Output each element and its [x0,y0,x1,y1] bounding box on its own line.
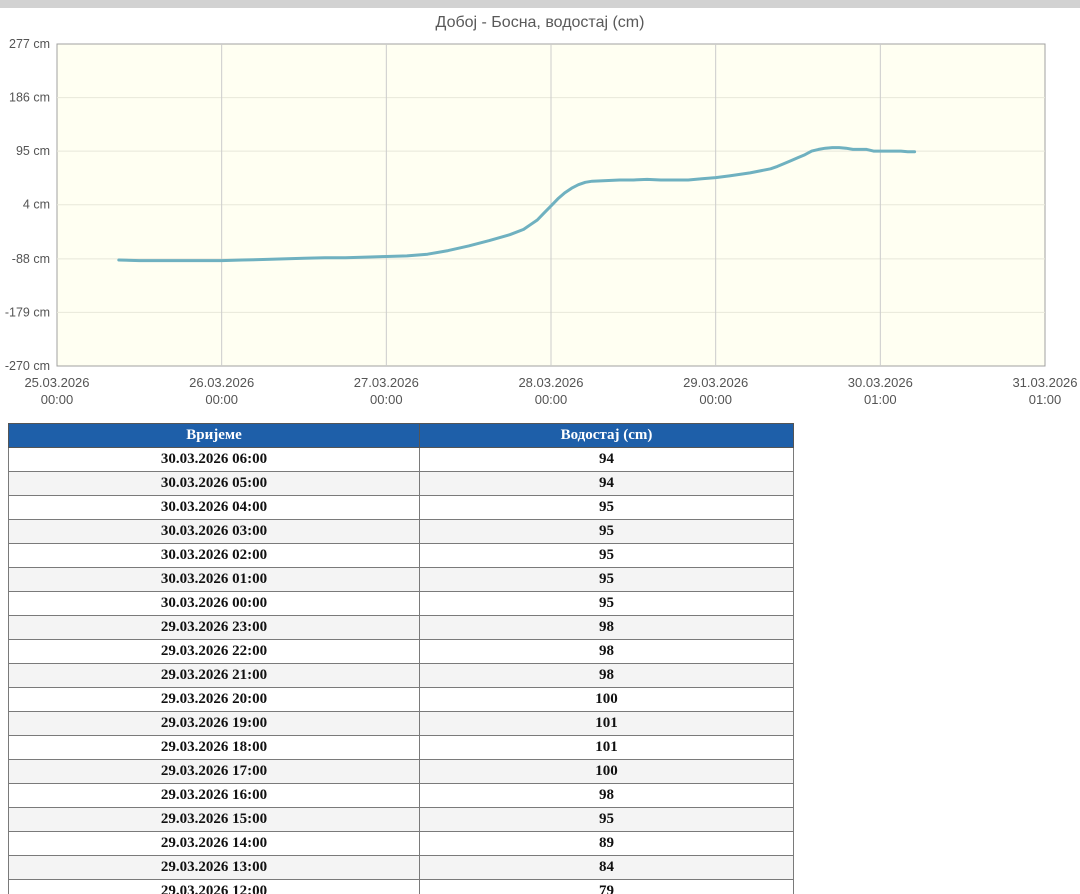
table-cell-time: 29.03.2026 19:00 [9,712,420,736]
table-row: 29.03.2026 14:0089 [9,832,794,856]
table-row: 29.03.2026 21:0098 [9,664,794,688]
table-cell-time: 30.03.2026 04:00 [9,496,420,520]
table-cell-level: 79 [420,880,794,894]
table-cell-time: 29.03.2026 23:00 [9,616,420,640]
table-cell-level: 84 [420,856,794,880]
table-row: 29.03.2026 16:0098 [9,784,794,808]
y-tick-label: -88 cm [12,252,50,266]
x-tick-date: 25.03.2026 [24,375,89,390]
table-cell-level: 95 [420,496,794,520]
table-row: 29.03.2026 19:00101 [9,712,794,736]
table-cell-level: 94 [420,448,794,472]
table-cell-level: 95 [420,544,794,568]
table-row: 30.03.2026 04:0095 [9,496,794,520]
table-cell-level: 101 [420,736,794,760]
table-cell-time: 29.03.2026 17:00 [9,760,420,784]
x-tick-time: 00:00 [535,392,568,407]
table-cell-time: 29.03.2026 22:00 [9,640,420,664]
table-cell-time: 29.03.2026 14:00 [9,832,420,856]
top-divider-bar [0,0,1080,8]
table-row: 29.03.2026 12:0079 [9,880,794,894]
table-row: 30.03.2026 06:0094 [9,448,794,472]
y-tick-label: 277 cm [9,37,50,51]
table-cell-time: 29.03.2026 18:00 [9,736,420,760]
y-tick-label: 95 cm [16,144,50,158]
x-tick-time: 00:00 [205,392,238,407]
table-cell-time: 29.03.2026 20:00 [9,688,420,712]
table-cell-time: 30.03.2026 02:00 [9,544,420,568]
table-cell-time: 29.03.2026 15:00 [9,808,420,832]
table-row: 30.03.2026 00:0095 [9,592,794,616]
x-tick-date: 27.03.2026 [354,375,419,390]
table-row: 29.03.2026 22:0098 [9,640,794,664]
x-tick-date: 26.03.2026 [189,375,254,390]
table-cell-time: 30.03.2026 00:00 [9,592,420,616]
x-tick-time: 01:00 [1029,392,1062,407]
table-cell-level: 95 [420,808,794,832]
table-cell-time: 29.03.2026 21:00 [9,664,420,688]
x-tick-time: 01:00 [864,392,897,407]
y-tick-label: -179 cm [5,305,50,319]
table-header-time: Вријеме [9,424,420,448]
chart-title: Добој - Босна, водостај (cm) [0,8,1080,36]
table-cell-time: 30.03.2026 05:00 [9,472,420,496]
x-tick-time: 00:00 [699,392,732,407]
table-row: 30.03.2026 05:0094 [9,472,794,496]
y-tick-label: 186 cm [9,91,50,105]
y-tick-label: -270 cm [5,359,50,373]
table-row: 30.03.2026 02:0095 [9,544,794,568]
table-cell-level: 98 [420,664,794,688]
table-header-level: Водостај (cm) [420,424,794,448]
table-row: 29.03.2026 18:00101 [9,736,794,760]
x-tick-time: 00:00 [370,392,403,407]
water-level-chart: 277 cm 186 cm 95 cm 4 cm -88 cm -179 cm -270 c… [0,36,1080,411]
x-tick-date: 30.03.2026 [848,375,913,390]
table-cell-level: 98 [420,640,794,664]
table-row: 30.03.2026 03:0095 [9,520,794,544]
table-cell-level: 98 [420,616,794,640]
table-row: 29.03.2026 20:00100 [9,688,794,712]
table-cell-level: 98 [420,784,794,808]
table-row: 30.03.2026 01:0095 [9,568,794,592]
table-cell-time: 30.03.2026 03:00 [9,520,420,544]
table-cell-time: 30.03.2026 06:00 [9,448,420,472]
table-row: 29.03.2026 23:0098 [9,616,794,640]
x-tick-time: 00:00 [41,392,74,407]
table-cell-time: 29.03.2026 13:00 [9,856,420,880]
table-row: 29.03.2026 13:0084 [9,856,794,880]
y-tick-label: 4 cm [23,198,50,212]
table-cell-level: 95 [420,520,794,544]
table-cell-level: 89 [420,832,794,856]
x-tick-date: 28.03.2026 [518,375,583,390]
table-cell-time: 29.03.2026 12:00 [9,880,420,894]
table-cell-level: 100 [420,760,794,784]
table-cell-level: 95 [420,568,794,592]
x-tick-date: 31.03.2026 [1012,375,1077,390]
table-cell-level: 95 [420,592,794,616]
table-cell-level: 100 [420,688,794,712]
table-cell-time: 30.03.2026 01:00 [9,568,420,592]
table-cell-level: 94 [420,472,794,496]
x-tick-date: 29.03.2026 [683,375,748,390]
table-cell-time: 29.03.2026 16:00 [9,784,420,808]
water-level-table: Вријеме Водостај (cm) 30.03.2026 06:0094… [8,423,794,894]
table-row: 29.03.2026 17:00100 [9,760,794,784]
table-cell-level: 101 [420,712,794,736]
table-row: 29.03.2026 15:0095 [9,808,794,832]
table-header-row: Вријеме Водостај (cm) [9,424,794,448]
